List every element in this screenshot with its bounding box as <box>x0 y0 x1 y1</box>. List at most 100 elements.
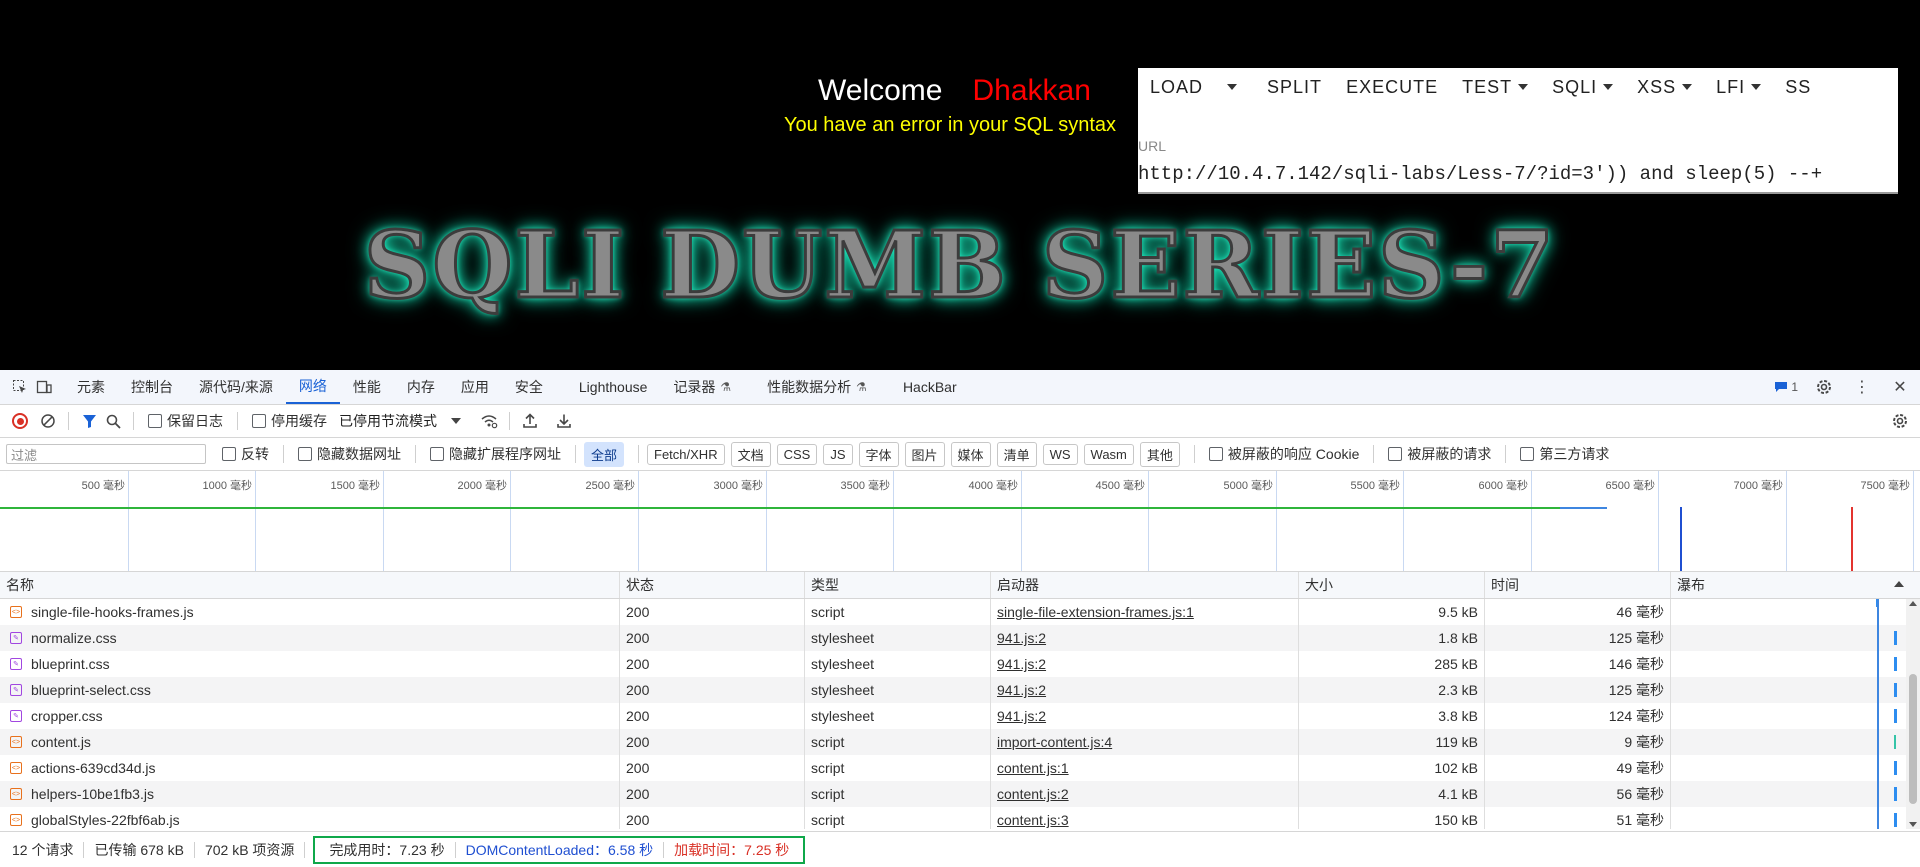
issues-badge[interactable]: 1 <box>1774 380 1798 394</box>
chevron-down-icon <box>1603 84 1614 90</box>
request-initiator-link[interactable]: 941.js:2 <box>997 708 1046 724</box>
table-row[interactable]: <> single-file-hooks-frames.js 200 script… <box>0 599 1906 625</box>
request-initiator-link[interactable]: single-file-extension-frames.js:1 <box>997 604 1194 620</box>
request-status: 200 <box>620 781 805 807</box>
table-row[interactable]: <> globalStyles-22fbf6ab.js 200 script co… <box>0 807 1906 829</box>
sort-ascending-icon[interactable] <box>1894 581 1904 587</box>
filter-icon[interactable] <box>77 409 101 433</box>
inspect-element-icon[interactable] <box>8 375 32 399</box>
tab-sources[interactable]: 源代码/来源 <box>186 370 286 404</box>
blocked-cookies-checkbox[interactable]: 被屏蔽的响应 Cookie <box>1208 444 1359 464</box>
table-row[interactable]: ✎ blueprint-select.css 200 stylesheet 941… <box>0 677 1906 703</box>
table-row[interactable]: <> actions-639cd34d.js 200 script content… <box>0 755 1906 781</box>
overview-tick: 6000 毫秒 <box>1478 471 1532 571</box>
preserve-log-checkbox[interactable]: 保留日志 <box>148 411 223 431</box>
scrollbar-thumb[interactable] <box>1909 674 1917 804</box>
overview-tick: 1500 毫秒 <box>330 471 384 571</box>
scroll-up-arrow-icon[interactable] <box>1909 601 1917 606</box>
filter-type-css[interactable]: CSS <box>776 443 818 465</box>
tab-hackbar[interactable]: HackBar <box>890 370 970 404</box>
requests-scrollbar[interactable] <box>1906 599 1920 829</box>
sql-error-message: You have an error in your SQL syntax <box>784 114 1117 136</box>
request-initiator-link[interactable]: content.js:2 <box>997 786 1069 802</box>
hide-extension-urls-checkbox[interactable]: 隐藏扩展程序网址 <box>430 444 561 464</box>
hackbar-url-field[interactable]: http://10.4.7.142/sqli-labs/Less-7/?id=3… <box>1138 163 1822 185</box>
import-har-icon[interactable] <box>518 409 542 433</box>
filter-type-font[interactable]: 字体 <box>858 441 899 467</box>
column-header-type[interactable]: 类型 <box>805 572 991 598</box>
column-header-waterfall[interactable]: 瀑布 <box>1671 572 1920 598</box>
tab-console[interactable]: 控制台 <box>118 370 186 404</box>
filter-type-fetch-xhr[interactable]: Fetch/XHR <box>647 443 725 465</box>
network-settings-gear-icon[interactable] <box>1888 409 1912 433</box>
table-row[interactable]: ✎ normalize.css 200 stylesheet 941.js:2 1… <box>0 625 1906 651</box>
username-label: Dhakkan <box>972 74 1091 107</box>
disable-cache-checkbox[interactable]: 停用缓存 <box>252 411 327 431</box>
request-initiator-link[interactable]: content.js:3 <box>997 812 1069 828</box>
tab-lighthouse[interactable]: Lighthouse <box>566 370 661 404</box>
hackbar-split-button[interactable]: SPLIT <box>1267 77 1346 98</box>
table-row[interactable]: <> content.js 200 script import-content.j… <box>0 729 1906 755</box>
column-header-time[interactable]: 时间 <box>1485 572 1671 598</box>
request-initiator-link[interactable]: content.js:1 <box>997 760 1069 776</box>
tab-network[interactable]: 网络 <box>285 370 340 404</box>
filter-type-ws[interactable]: WS <box>1042 443 1078 465</box>
hackbar-ssti-menu[interactable]: SS <box>1785 77 1835 98</box>
request-initiator-link[interactable]: 941.js:2 <box>997 630 1046 646</box>
clear-icon[interactable] <box>36 409 60 433</box>
filter-type-img[interactable]: 图片 <box>904 441 945 467</box>
tab-security[interactable]: 安全 <box>502 370 556 404</box>
overview-tick: 5000 毫秒 <box>1223 471 1277 571</box>
column-header-initiator[interactable]: 启动器 <box>991 572 1299 598</box>
toolbar-divider <box>638 445 640 463</box>
tab-application[interactable]: 应用 <box>448 370 502 404</box>
filter-type-all[interactable]: 全部 <box>584 441 625 467</box>
hackbar-execute-button[interactable]: EXECUTE <box>1346 77 1462 98</box>
filter-type-media[interactable]: 媒体 <box>950 441 991 467</box>
stop-recording-icon[interactable] <box>12 413 28 429</box>
filter-type-doc[interactable]: 文档 <box>730 441 771 467</box>
hide-data-urls-checkbox[interactable]: 隐藏数据网址 <box>298 444 401 464</box>
request-initiator-link[interactable]: import-content.js:4 <box>997 734 1112 750</box>
scroll-down-arrow-icon[interactable] <box>1909 822 1917 827</box>
tab-performance-insights[interactable]: 性能数据分析 ⚗ <box>754 370 880 404</box>
tab-memory[interactable]: 内存 <box>394 370 448 404</box>
chevron-down-icon[interactable] <box>1227 84 1238 90</box>
filter-type-manifest[interactable]: 清单 <box>996 441 1037 467</box>
filter-input[interactable]: 过滤 <box>6 444 206 464</box>
third-party-checkbox[interactable]: 第三方请求 <box>1520 444 1609 464</box>
filter-type-other[interactable]: 其他 <box>1139 441 1180 467</box>
tab-elements[interactable]: 元素 <box>64 370 118 404</box>
throttling-select[interactable]: 已停用节流模式 <box>339 411 461 431</box>
invert-checkbox[interactable]: 反转 <box>222 444 269 464</box>
tab-performance[interactable]: 性能 <box>340 370 394 404</box>
table-row[interactable]: ✎ blueprint.css 200 stylesheet 941.js:2 2… <box>0 651 1906 677</box>
request-initiator-link[interactable]: 941.js:2 <box>997 656 1046 672</box>
network-overview-timeline[interactable]: 500 毫秒 1000 毫秒 1500 毫秒 2000 毫秒 2500 毫秒 3… <box>0 471 1920 572</box>
tab-recorder[interactable]: 记录器 ⚗ <box>660 370 744 404</box>
column-header-size[interactable]: 大小 <box>1299 572 1485 598</box>
filter-type-js[interactable]: JS <box>823 443 853 465</box>
close-icon[interactable]: ✕ <box>1888 375 1912 399</box>
filter-type-wasm[interactable]: Wasm <box>1083 443 1134 465</box>
hackbar-xss-menu[interactable]: XSS <box>1637 77 1716 98</box>
more-options-icon[interactable]: ⋮ <box>1850 375 1874 399</box>
request-status: 200 <box>620 599 805 625</box>
table-row[interactable]: <> helpers-10be1fb3.js 200 script content… <box>0 781 1906 807</box>
hackbar-lfi-menu[interactable]: LFI <box>1716 77 1785 98</box>
waterfall-bar <box>1894 657 1897 671</box>
request-time: 56 毫秒 <box>1485 781 1671 807</box>
search-icon[interactable] <box>101 409 125 433</box>
settings-gear-icon[interactable] <box>1812 375 1836 399</box>
device-toolbar-icon[interactable] <box>32 375 56 399</box>
column-header-status[interactable]: 状态 <box>620 572 805 598</box>
hackbar-test-menu[interactable]: TEST <box>1462 77 1552 98</box>
hackbar-sqli-menu[interactable]: SQLI <box>1552 77 1637 98</box>
column-header-name[interactable]: 名称 <box>0 572 620 598</box>
request-initiator-link[interactable]: 941.js:2 <box>997 682 1046 698</box>
export-har-icon[interactable] <box>552 409 576 433</box>
network-conditions-icon[interactable] <box>477 409 501 433</box>
blocked-requests-checkbox[interactable]: 被屏蔽的请求 <box>1388 444 1491 464</box>
table-row[interactable]: ✎ cropper.css 200 stylesheet 941.js:2 3.8… <box>0 703 1906 729</box>
hackbar-load-button[interactable]: LOAD <box>1138 77 1227 98</box>
